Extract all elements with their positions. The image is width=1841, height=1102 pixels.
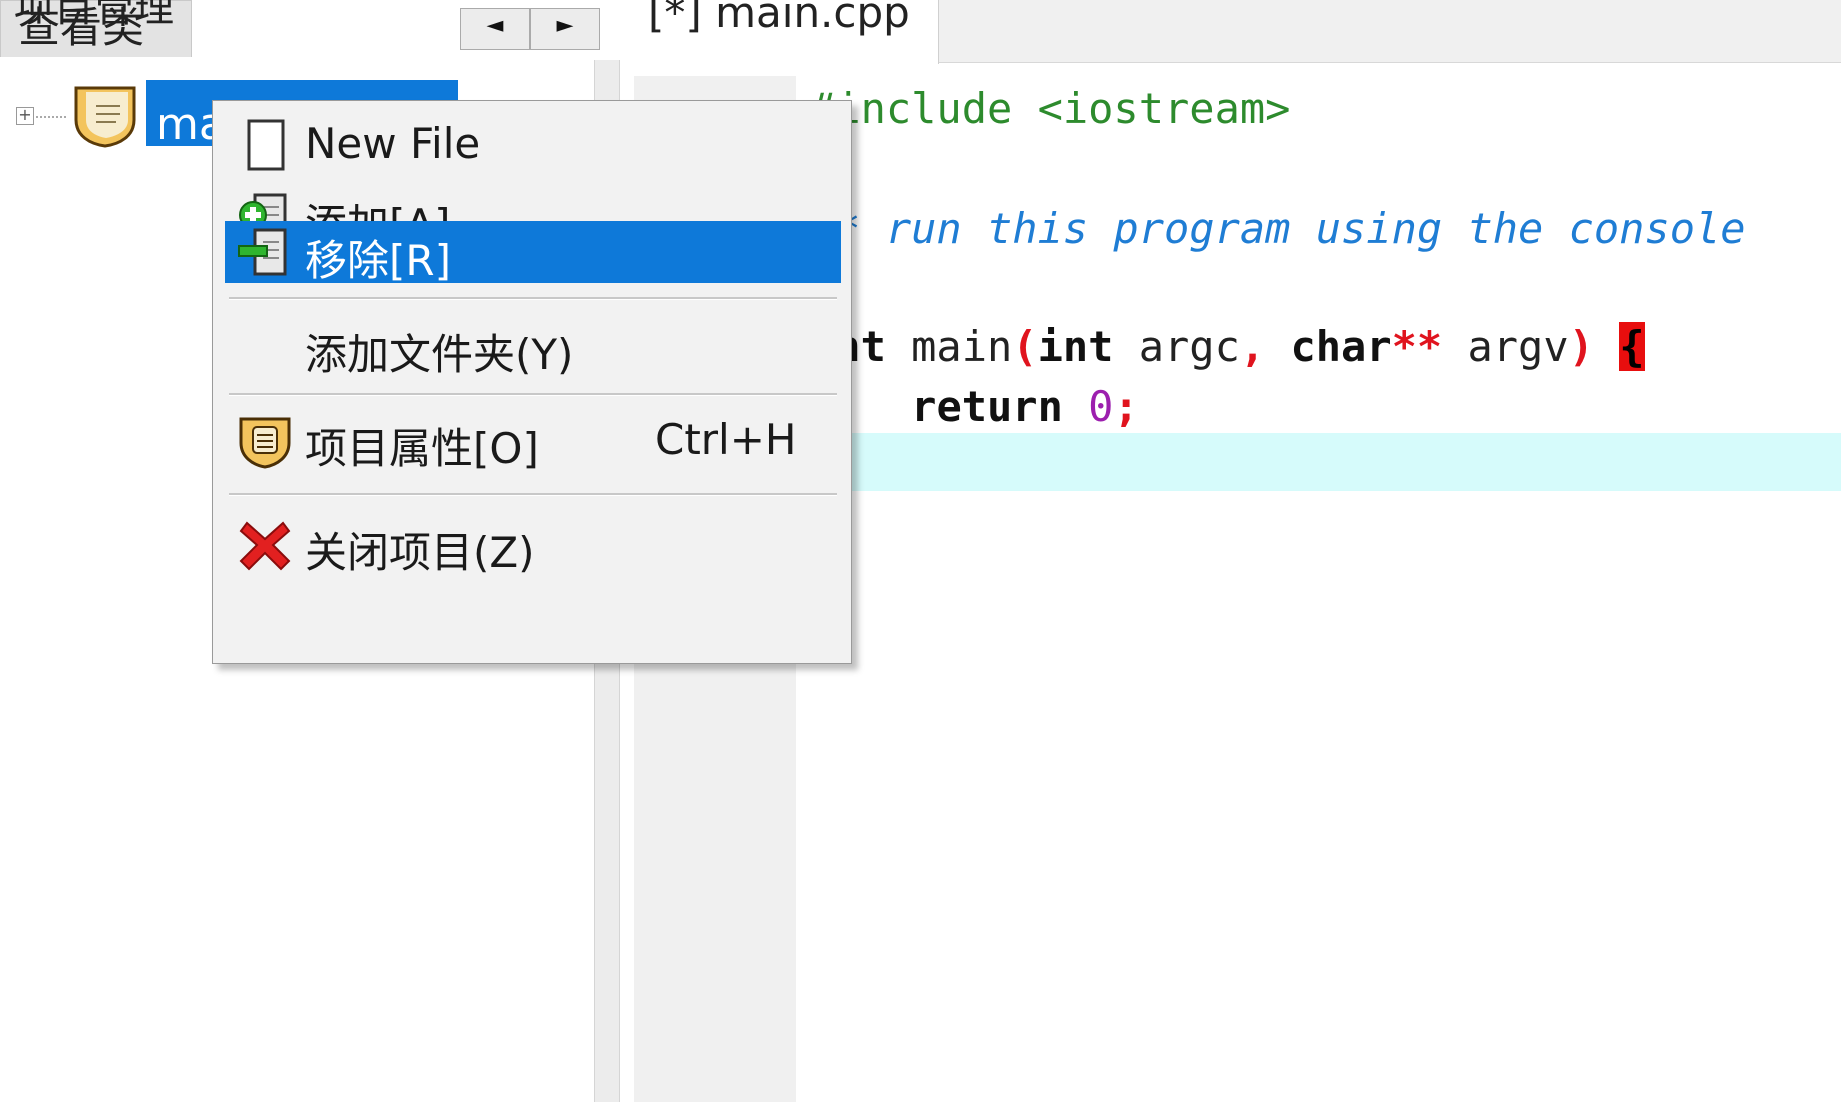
tab-scroll-left-button[interactable]: ◄	[460, 8, 530, 50]
menu-item-label: New File	[305, 119, 481, 168]
menu-item-label: 添加文件夹(Y)	[305, 330, 574, 379]
menu-item-shortcut: Ctrl+H	[655, 415, 797, 464]
menu-separator	[229, 393, 837, 396]
editor-tab-label: [*] main.cpp	[648, 0, 910, 37]
tab-view-classes-label: 查看类	[18, 3, 145, 52]
code-keyword: return	[911, 382, 1063, 431]
code-brace-match: {	[1619, 322, 1645, 371]
code-line-main[interactable]: int main(int argc, char** argv) {	[810, 322, 1645, 371]
menu-item-new-file[interactable]: New File	[225, 109, 841, 181]
code-operator: ;	[1113, 382, 1139, 431]
code-number: 0	[1088, 382, 1114, 431]
code-identifier: main	[885, 322, 1013, 371]
menu-item-remove[interactable]: 移除[R]	[225, 221, 841, 285]
new-file-icon	[247, 119, 285, 171]
code-keyword: int	[1037, 322, 1114, 371]
menu-item-label: 项目属性[O]	[305, 424, 539, 473]
panel-tabs: 项目管理 查看类 ◄ ►	[0, 0, 620, 60]
arrow-right-icon: ►	[556, 13, 574, 38]
project-icon	[74, 86, 136, 148]
menu-separator	[229, 297, 837, 300]
menu-item-close-project[interactable]: 关闭项目(Z)	[225, 509, 841, 581]
code-line-include[interactable]: #include <iostream>	[810, 88, 1290, 130]
menu-separator	[229, 493, 837, 496]
remove-file-icon	[238, 228, 287, 276]
code-line-return[interactable]: return 0;	[810, 386, 1139, 428]
arrow-left-icon: ◄	[486, 13, 504, 38]
code-operator: )	[1568, 322, 1594, 371]
close-project-icon	[239, 521, 291, 571]
code-identifier: argc	[1113, 322, 1240, 371]
code-operator: (	[1012, 322, 1038, 371]
project-properties-icon	[239, 417, 291, 469]
menu-item-label: 关闭项目(Z)	[305, 528, 535, 577]
tree-connector-line	[36, 116, 66, 118]
code-operator: **	[1391, 322, 1443, 371]
menu-item-label: 移除[R]	[305, 236, 451, 285]
menu-item-add-folder[interactable]: 添加文件夹(Y)	[225, 311, 841, 383]
code-keyword: char	[1265, 322, 1392, 371]
current-line-highlight	[796, 433, 1841, 491]
code-operator: ,	[1239, 322, 1266, 371]
tab-scroll-right-button[interactable]: ►	[530, 8, 600, 50]
menu-item-project-properties[interactable]: 项目属性[O] Ctrl+H	[225, 405, 841, 477]
code-identifier: argv	[1442, 322, 1569, 371]
context-menu: New File 添加[A] 移除[R] 添加文件夹(Y)	[212, 100, 852, 664]
editor-tab-main-cpp[interactable]: [*] main.cpp	[620, 0, 939, 64]
code-line-comment[interactable]: /* run this program using the console	[810, 208, 1746, 250]
tree-expand-toggle[interactable]: +	[16, 107, 34, 125]
